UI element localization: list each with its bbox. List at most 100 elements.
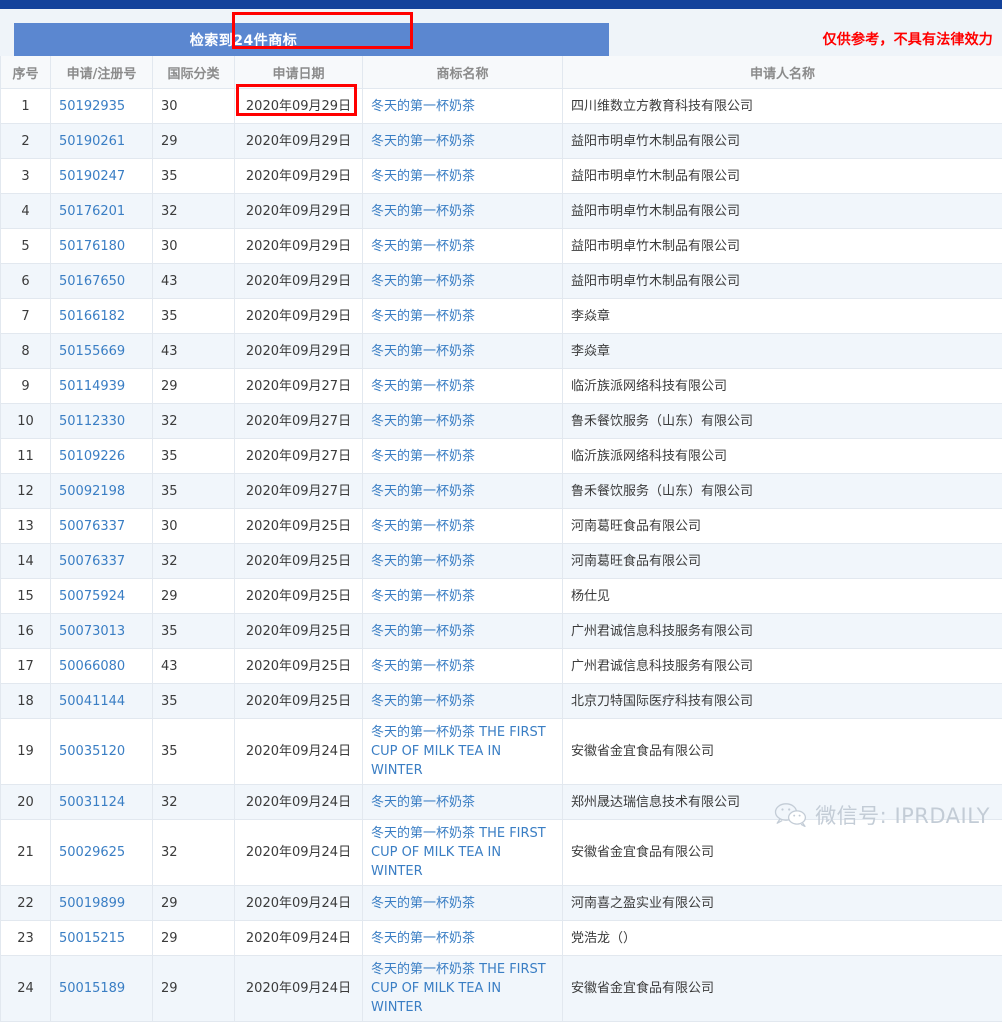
trademark-results-table: 序号 申请/注册号 国际分类 申请日期 商标名称 申请人名称 150192935… (0, 56, 1002, 1022)
cell-application-date: 2020年09月24日 (235, 886, 363, 921)
registration-number-link[interactable]: 50112330 (59, 414, 125, 429)
cell-seq: 11 (1, 439, 51, 474)
trademark-name-link[interactable]: 冬天的第一杯奶茶 (371, 379, 475, 394)
cell-applicant-name: 安徽省金宜食品有限公司 (563, 719, 1002, 785)
trademark-name-link[interactable]: 冬天的第一杯奶茶 (371, 624, 475, 639)
cell-registration-number: 50019899 (51, 886, 153, 921)
cell-trademark-name: 冬天的第一杯奶茶 (363, 264, 563, 299)
registration-number-link[interactable]: 50035120 (59, 744, 125, 759)
registration-number-link[interactable]: 50167650 (59, 274, 125, 289)
cell-classification: 35 (153, 684, 235, 719)
trademark-name-link[interactable]: 冬天的第一杯奶茶 (371, 896, 475, 911)
trademark-name-link[interactable]: 冬天的第一杯奶茶 (371, 589, 475, 604)
cell-registration-number: 50109226 (51, 439, 153, 474)
cell-registration-number: 50092198 (51, 474, 153, 509)
registration-number-link[interactable]: 50166182 (59, 309, 125, 324)
cell-classification: 32 (153, 194, 235, 229)
trademark-name-link[interactable]: 冬天的第一杯奶茶 THE FIRST CUP OF MILK TEA IN WI… (371, 962, 546, 1015)
cell-trademark-name: 冬天的第一杯奶茶 (363, 159, 563, 194)
registration-number-link[interactable]: 50019899 (59, 896, 125, 911)
cell-classification: 29 (153, 956, 235, 1022)
registration-number-link[interactable]: 50031124 (59, 795, 125, 810)
cell-trademark-name: 冬天的第一杯奶茶 (363, 614, 563, 649)
cell-trademark-name: 冬天的第一杯奶茶 (363, 921, 563, 956)
cell-seq: 16 (1, 614, 51, 649)
cell-application-date: 2020年09月27日 (235, 474, 363, 509)
trademark-name-link[interactable]: 冬天的第一杯奶茶 (371, 309, 475, 324)
column-header-classification: 国际分类 (153, 56, 235, 89)
cell-seq: 8 (1, 334, 51, 369)
trademark-name-link[interactable]: 冬天的第一杯奶茶 (371, 554, 475, 569)
registration-number-link[interactable]: 50155669 (59, 344, 125, 359)
registration-number-link[interactable]: 50015215 (59, 931, 125, 946)
trademark-name-link[interactable]: 冬天的第一杯奶茶 THE FIRST CUP OF MILK TEA IN WI… (371, 826, 546, 879)
cell-application-date: 2020年09月27日 (235, 369, 363, 404)
cell-seq: 20 (1, 785, 51, 820)
registration-number-link[interactable]: 50066080 (59, 659, 125, 674)
cell-classification: 35 (153, 159, 235, 194)
cell-classification: 29 (153, 921, 235, 956)
trademark-name-link[interactable]: 冬天的第一杯奶茶 THE FIRST CUP OF MILK TEA IN WI… (371, 725, 546, 778)
registration-number-link[interactable]: 50075924 (59, 589, 125, 604)
trademark-name-link[interactable]: 冬天的第一杯奶茶 (371, 659, 475, 674)
cell-seq: 19 (1, 719, 51, 785)
cell-seq: 22 (1, 886, 51, 921)
trademark-name-link[interactable]: 冬天的第一杯奶茶 (371, 795, 475, 810)
cell-trademark-name: 冬天的第一杯奶茶 (363, 404, 563, 439)
cell-classification: 29 (153, 886, 235, 921)
trademark-name-link[interactable]: 冬天的第一杯奶茶 (371, 931, 475, 946)
registration-number-link[interactable]: 50041144 (59, 694, 125, 709)
cell-applicant-name: 益阳市明卓竹木制品有限公司 (563, 159, 1002, 194)
table-row: 1750066080432020年09月25日冬天的第一杯奶茶广州君诚信息科技服… (1, 649, 1002, 684)
registration-number-link[interactable]: 50029625 (59, 845, 125, 860)
trademark-name-link[interactable]: 冬天的第一杯奶茶 (371, 134, 475, 149)
cell-registration-number: 50155669 (51, 334, 153, 369)
trademark-name-link[interactable]: 冬天的第一杯奶茶 (371, 274, 475, 289)
trademark-name-link[interactable]: 冬天的第一杯奶茶 (371, 694, 475, 709)
registration-number-link[interactable]: 50192935 (59, 99, 125, 114)
cell-seq: 13 (1, 509, 51, 544)
cell-applicant-name: 益阳市明卓竹木制品有限公司 (563, 124, 1002, 159)
table-row: 2450015189292020年09月24日冬天的第一杯奶茶 THE FIRS… (1, 956, 1002, 1022)
cell-application-date: 2020年09月25日 (235, 684, 363, 719)
cell-applicant-name: 郑州晟达瑞信息技术有限公司 (563, 785, 1002, 820)
registration-number-link[interactable]: 50176180 (59, 239, 125, 254)
registration-number-link[interactable]: 50109226 (59, 449, 125, 464)
cell-applicant-name: 鲁禾餐饮服务（山东）有限公司 (563, 404, 1002, 439)
registration-number-link[interactable]: 50092198 (59, 484, 125, 499)
registration-number-link[interactable]: 50190247 (59, 169, 125, 184)
cell-seq: 12 (1, 474, 51, 509)
trademark-name-link[interactable]: 冬天的第一杯奶茶 (371, 344, 475, 359)
trademark-name-link[interactable]: 冬天的第一杯奶茶 (371, 414, 475, 429)
trademark-name-link[interactable]: 冬天的第一杯奶茶 (371, 169, 475, 184)
registration-number-link[interactable]: 50114939 (59, 379, 125, 394)
cell-applicant-name: 党浩龙（） (563, 921, 1002, 956)
registration-number-link[interactable]: 50076337 (59, 554, 125, 569)
trademark-name-link[interactable]: 冬天的第一杯奶茶 (371, 99, 475, 114)
cell-seq: 24 (1, 956, 51, 1022)
trademark-name-link[interactable]: 冬天的第一杯奶茶 (371, 239, 475, 254)
registration-number-link[interactable]: 50015189 (59, 981, 125, 996)
trademark-name-link[interactable]: 冬天的第一杯奶茶 (371, 204, 475, 219)
cell-trademark-name: 冬天的第一杯奶茶 (363, 194, 563, 229)
cell-classification: 32 (153, 785, 235, 820)
cell-classification: 30 (153, 509, 235, 544)
trademark-name-link[interactable]: 冬天的第一杯奶茶 (371, 449, 475, 464)
cell-seq: 1 (1, 89, 51, 124)
registration-number-link[interactable]: 50190261 (59, 134, 125, 149)
cell-classification: 35 (153, 474, 235, 509)
cell-classification: 35 (153, 719, 235, 785)
registration-number-link[interactable]: 50076337 (59, 519, 125, 534)
cell-application-date: 2020年09月24日 (235, 820, 363, 886)
trademark-name-link[interactable]: 冬天的第一杯奶茶 (371, 519, 475, 534)
cell-registration-number: 50015215 (51, 921, 153, 956)
cell-seq: 4 (1, 194, 51, 229)
cell-trademark-name: 冬天的第一杯奶茶 (363, 474, 563, 509)
registration-number-link[interactable]: 50176201 (59, 204, 125, 219)
cell-trademark-name: 冬天的第一杯奶茶 (363, 579, 563, 614)
table-row: 450176201322020年09月29日冬天的第一杯奶茶益阳市明卓竹木制品有… (1, 194, 1002, 229)
registration-number-link[interactable]: 50073013 (59, 624, 125, 639)
cell-application-date: 2020年09月27日 (235, 439, 363, 474)
cell-registration-number: 50076337 (51, 544, 153, 579)
trademark-name-link[interactable]: 冬天的第一杯奶茶 (371, 484, 475, 499)
